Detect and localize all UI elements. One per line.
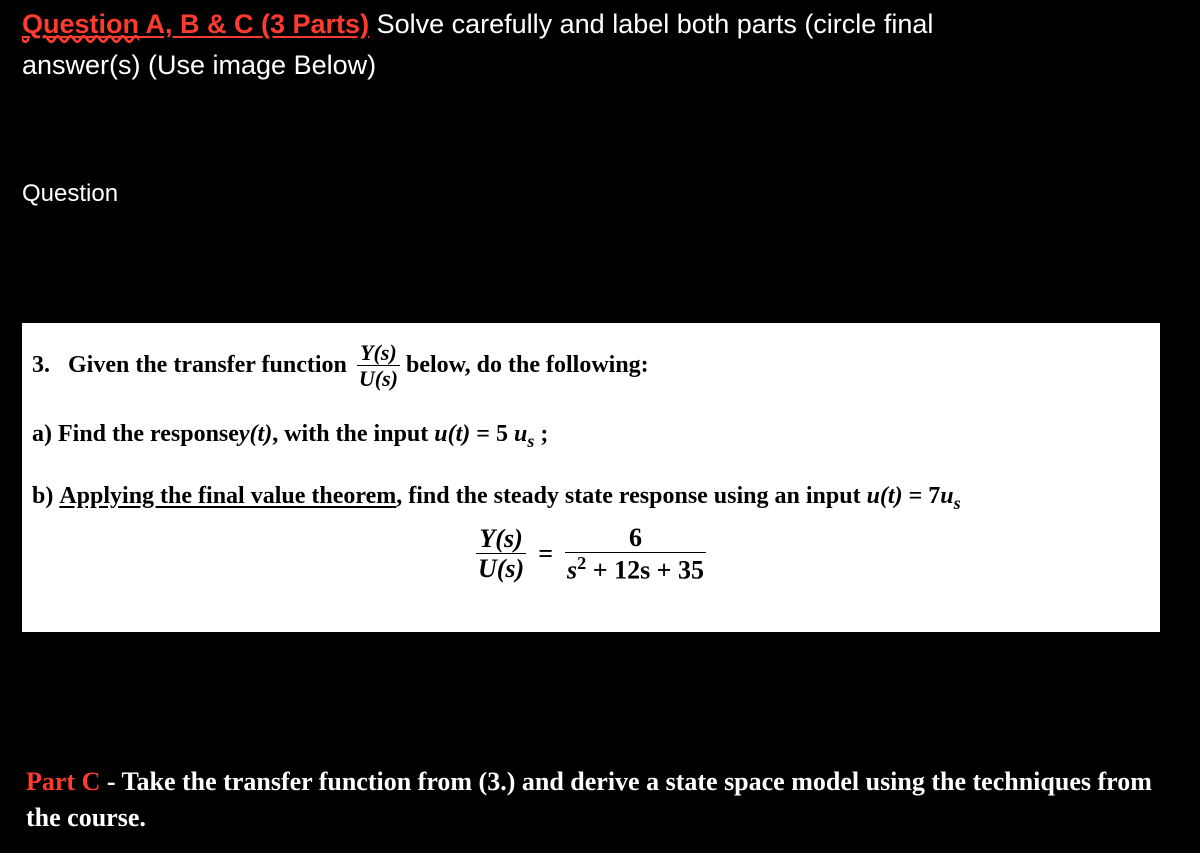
part-a-prefix: a) Find the response	[32, 416, 239, 453]
transfer-lhs-den: U(s)	[476, 553, 526, 582]
part-b-underlined: Applying the final value theorem	[59, 478, 396, 515]
header-instruction-line1: Solve carefully and label both parts (ci…	[369, 9, 933, 39]
fraction-denominator: U(s)	[357, 365, 400, 390]
intro-suffix: below, do the following:	[406, 347, 649, 384]
u-sub-b: u	[940, 483, 953, 509]
rhs-den-rest: + 12s + 35	[586, 556, 704, 585]
s-subscript-b: s	[954, 493, 961, 513]
equals-sign-b: =	[903, 478, 929, 515]
seven: 7	[928, 483, 940, 509]
header-instructions: Question A, B & C (3 Parts) Solve carefu…	[22, 4, 1160, 85]
part-c-label: Part C	[26, 767, 100, 796]
transfer-lhs-num: Y(s)	[477, 525, 524, 553]
five-us: 5 us	[496, 416, 534, 456]
part-a-end: ;	[534, 416, 548, 453]
part-c: Part C - Take the transfer function from…	[22, 764, 1160, 837]
transfer-lhs: Y(s) U(s)	[476, 525, 526, 583]
part-c-text: - Take the transfer function from (3.) a…	[26, 767, 1152, 832]
equals-sign: =	[470, 416, 496, 453]
part-a-mid: , with the input	[272, 416, 434, 453]
transfer-equation: Y(s) U(s) = 6 s2 + 12s + 35	[32, 524, 1150, 584]
fraction-numerator: Y(s)	[358, 341, 399, 365]
header-title-rest: A, B & C (3 Parts)	[139, 9, 369, 39]
problem-intro: 3. Given the transfer function Y(s) U(s)…	[32, 341, 1150, 390]
question-heading: Question	[22, 180, 1160, 208]
intro-prefix: 3. Given the transfer function	[32, 347, 353, 384]
transfer-rhs-num: 6	[627, 524, 644, 552]
part-a: a) Find the response y(t) , with the inp…	[32, 416, 1150, 456]
y-of-t: y(t)	[239, 416, 272, 453]
header-title-wavy: Question	[22, 9, 139, 39]
u-of-t-b: u(t)	[867, 478, 903, 515]
five: 5	[496, 421, 514, 447]
part-b-prefix: b)	[32, 478, 59, 515]
s-var: s	[567, 556, 577, 585]
seven-us: 7us	[928, 478, 960, 518]
part-b-mid: , find the steady state response using a…	[396, 478, 866, 515]
u-sub: u	[514, 421, 527, 447]
s-subscript: s	[527, 431, 534, 451]
transfer-equals: =	[538, 534, 553, 574]
part-b: b) Applying the final value theorem , fi…	[32, 478, 1150, 518]
transfer-rhs: 6 s2 + 12s + 35	[565, 524, 706, 584]
transfer-rhs-den: s2 + 12s + 35	[565, 552, 706, 584]
header-instruction-line2: answer(s) (Use image Below)	[22, 50, 376, 80]
problem-box: 3. Given the transfer function Y(s) U(s)…	[22, 323, 1160, 632]
fraction-ys-us: Y(s) U(s)	[357, 341, 400, 390]
u-of-t: u(t)	[434, 416, 470, 453]
header-title: Question A, B & C (3 Parts)	[22, 9, 369, 39]
